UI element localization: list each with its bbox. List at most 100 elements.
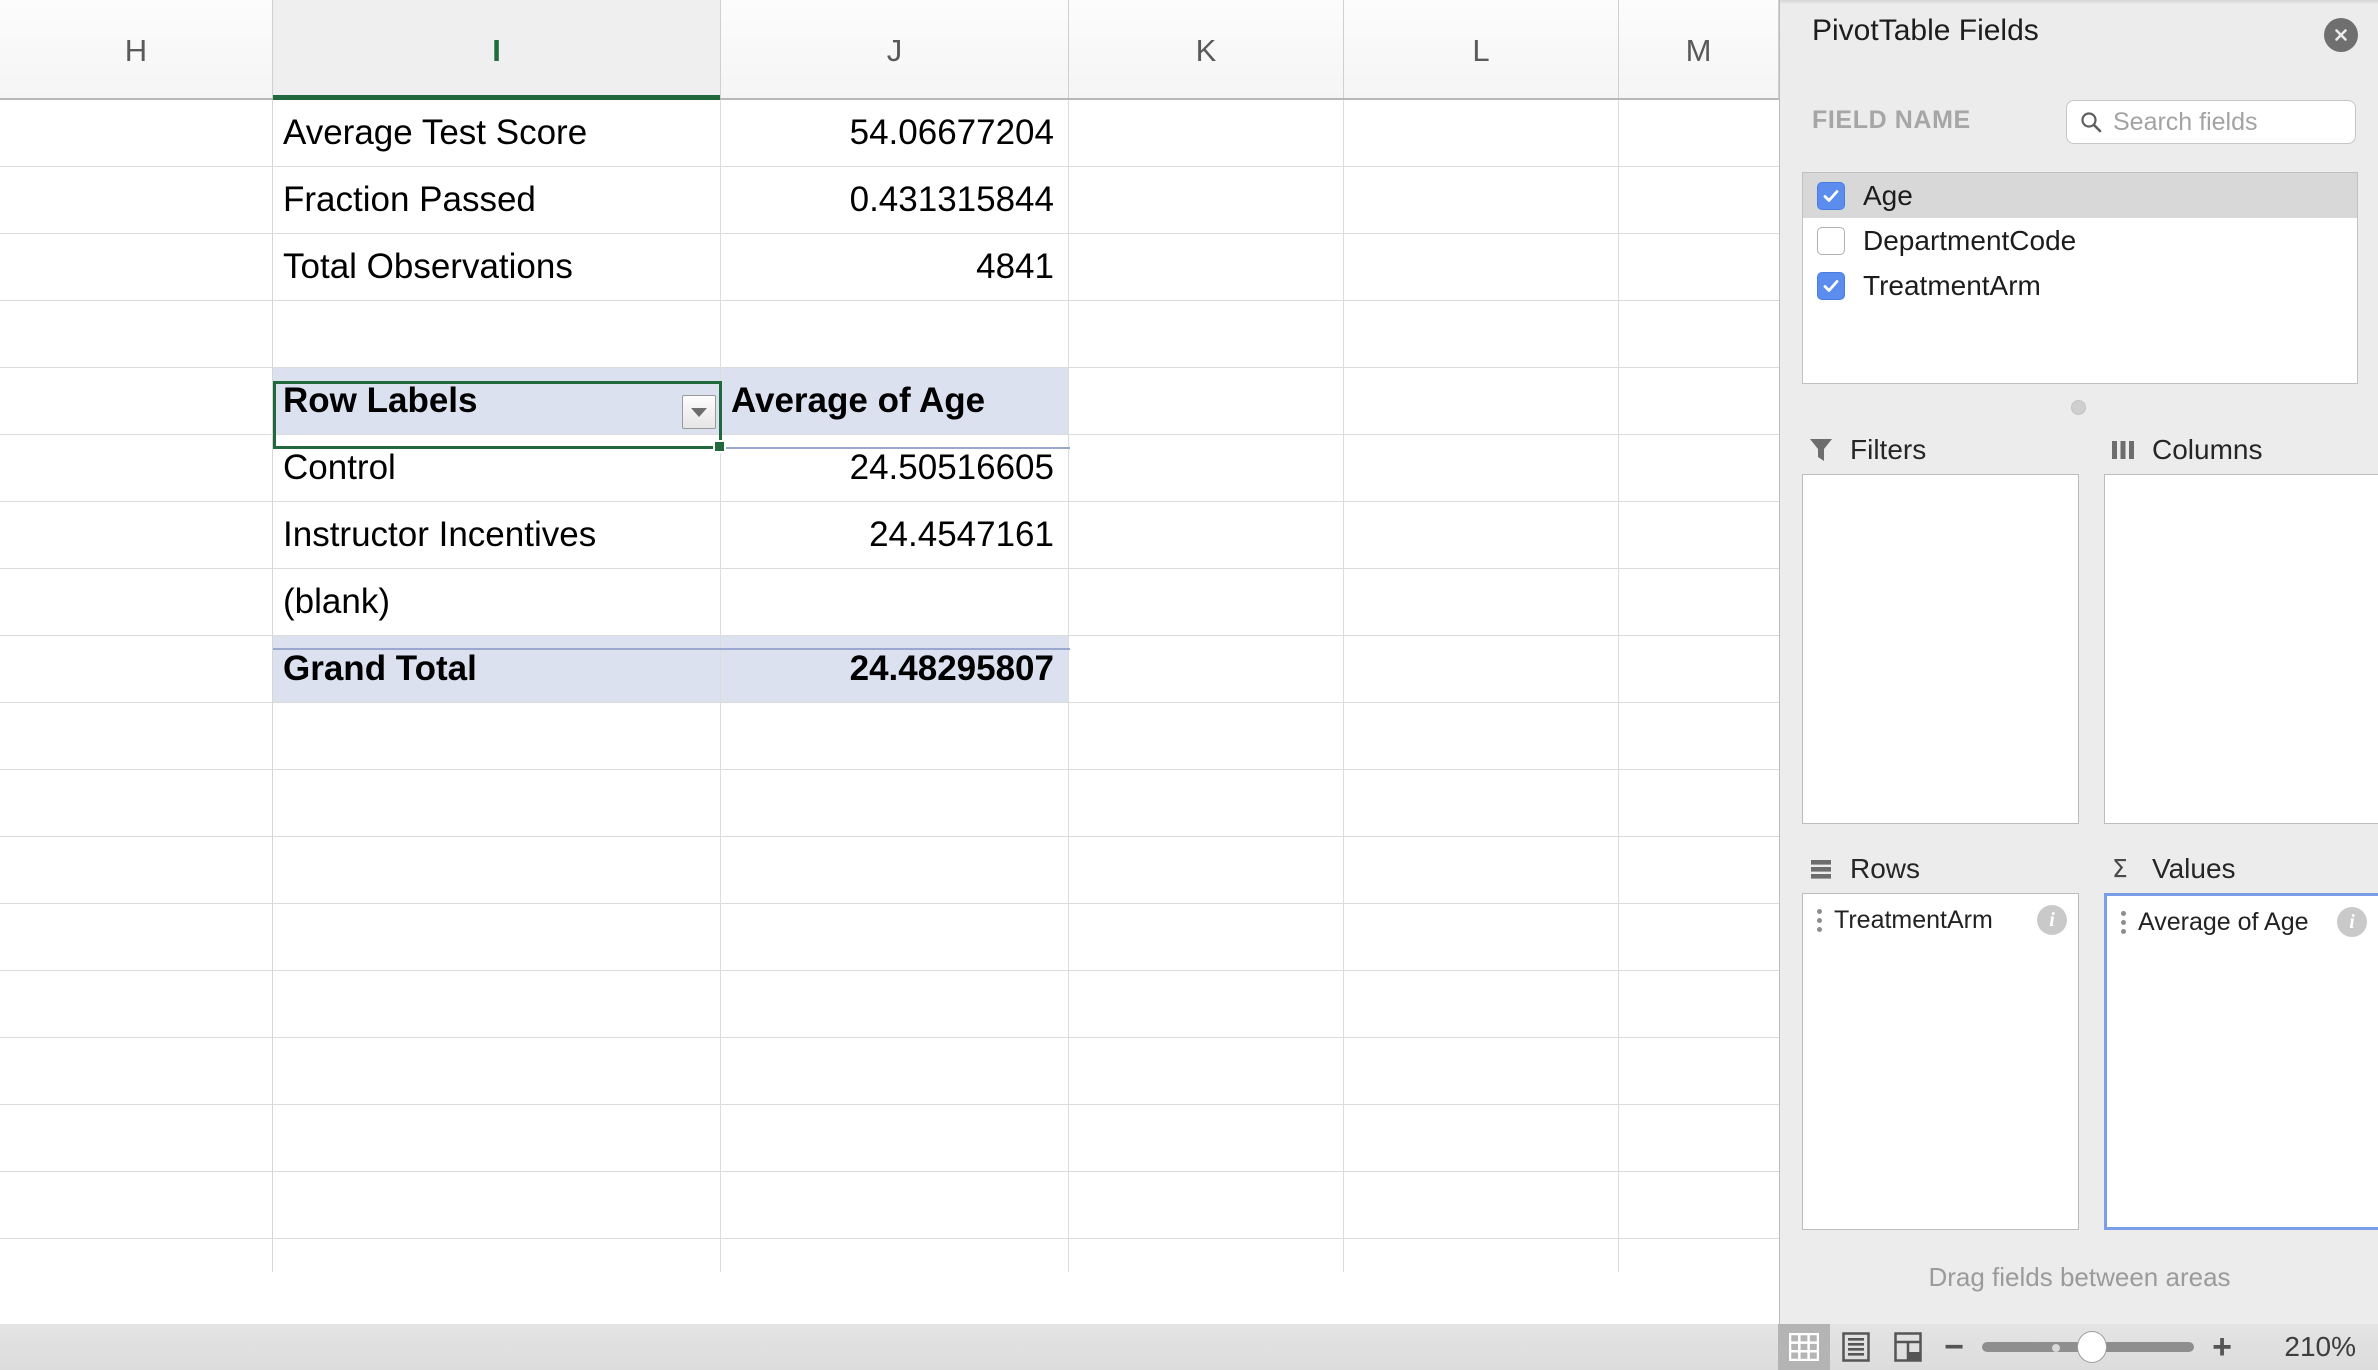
cell-l16[interactable] [1344,1105,1619,1172]
page-layout-view-button[interactable] [1830,1324,1882,1370]
cell-i14[interactable] [273,971,721,1038]
cell-k13[interactable] [1069,904,1344,971]
cell-j14[interactable] [721,971,1069,1038]
search-input[interactable] [2113,107,2333,137]
cell-i2[interactable]: Fraction Passed [273,167,721,234]
cell-k1[interactable] [1069,100,1344,167]
normal-view-button[interactable] [1778,1324,1830,1370]
cell-i11[interactable] [273,770,721,837]
cell-h6[interactable] [0,435,273,502]
cell-k5[interactable] [1069,368,1344,435]
cell-h15[interactable] [0,1038,273,1105]
cell-j16[interactable] [721,1105,1069,1172]
pivot-row-label-1[interactable]: Instructor Incentives [273,502,721,569]
cell-l14[interactable] [1344,971,1619,1038]
cell-h8[interactable] [0,569,273,636]
cell-l7[interactable] [1344,502,1619,569]
cell-h7[interactable] [0,502,273,569]
rows-drop-area[interactable]: TreatmentArm i [1802,893,2079,1230]
pivot-row-label-2[interactable]: (blank) [273,569,721,636]
cell-j18[interactable] [721,1239,1069,1272]
cell-l4[interactable] [1344,301,1619,368]
cell-k18[interactable] [1069,1239,1344,1272]
cell-h10[interactable] [0,703,273,770]
cell-k6[interactable] [1069,435,1344,502]
cell-m11[interactable] [1619,770,1779,837]
cell-i16[interactable] [273,1105,721,1172]
cell-l9[interactable] [1344,636,1619,703]
cell-j1[interactable]: 54.06677204 [721,100,1069,167]
cell-k16[interactable] [1069,1105,1344,1172]
cell-k8[interactable] [1069,569,1344,636]
close-panel-button[interactable] [2324,18,2358,52]
checkbox-treatmentarm[interactable] [1817,271,1845,300]
cell-h17[interactable] [0,1172,273,1239]
cell-l1[interactable] [1344,100,1619,167]
drag-handle-icon[interactable] [2116,910,2130,934]
cell-i18[interactable] [273,1239,721,1272]
panel-resize-handle[interactable] [2071,400,2086,415]
cell-m17[interactable] [1619,1172,1779,1239]
cell-m7[interactable] [1619,502,1779,569]
zoom-slider[interactable] [1982,1324,2194,1370]
cell-k4[interactable] [1069,301,1344,368]
field-item-treatmentarm[interactable]: TreatmentArm [1803,263,2357,308]
cell-k17[interactable] [1069,1172,1344,1239]
cell-h4[interactable] [0,301,273,368]
cell-h3[interactable] [0,234,273,301]
cell-l10[interactable] [1344,703,1619,770]
cell-i1[interactable]: Average Test Score [273,100,721,167]
cell-j13[interactable] [721,904,1069,971]
cell-j11[interactable] [721,770,1069,837]
cell-m2[interactable] [1619,167,1779,234]
cell-j17[interactable] [721,1172,1069,1239]
cell-l8[interactable] [1344,569,1619,636]
cell-i13[interactable] [273,904,721,971]
cell-i15[interactable] [273,1038,721,1105]
field-item-departmentcode[interactable]: DepartmentCode [1803,218,2357,263]
cell-l12[interactable] [1344,837,1619,904]
cell-m14[interactable] [1619,971,1779,1038]
cell-i3[interactable]: Total Observations [273,234,721,301]
cell-h16[interactable] [0,1105,273,1172]
zoom-level-label[interactable]: 210% [2260,1331,2356,1363]
cell-l2[interactable] [1344,167,1619,234]
cell-h12[interactable] [0,837,273,904]
zoom-out-button[interactable]: − [1934,1330,1974,1364]
pivot-row-label-0[interactable]: Control [273,435,721,502]
cell-k9[interactable] [1069,636,1344,703]
info-icon[interactable]: i [2037,905,2067,935]
checkbox-age[interactable] [1817,181,1845,210]
cell-h14[interactable] [0,971,273,1038]
pivot-value-header[interactable]: Average of Age [721,368,1069,435]
cell-m5[interactable] [1619,368,1779,435]
cell-m15[interactable] [1619,1038,1779,1105]
cell-m1[interactable] [1619,100,1779,167]
cell-m12[interactable] [1619,837,1779,904]
cell-k7[interactable] [1069,502,1344,569]
cell-k2[interactable] [1069,167,1344,234]
column-header-j[interactable]: J [721,0,1069,98]
cell-m16[interactable] [1619,1105,1779,1172]
checkbox-departmentcode[interactable] [1817,226,1845,255]
cell-m10[interactable] [1619,703,1779,770]
values-field-pill[interactable]: Average of Age i [2110,899,2375,945]
cell-i4[interactable] [273,301,721,368]
column-header-k[interactable]: K [1069,0,1344,98]
cell-h11[interactable] [0,770,273,837]
cell-h9[interactable] [0,636,273,703]
pivot-row-value-0[interactable]: 24.50516605 [721,435,1069,502]
row-labels-filter-button[interactable] [682,395,716,429]
cell-l6[interactable] [1344,435,1619,502]
filters-drop-area[interactable] [1802,474,2079,824]
cell-i12[interactable] [273,837,721,904]
cell-k15[interactable] [1069,1038,1344,1105]
cell-k10[interactable] [1069,703,1344,770]
cell-l13[interactable] [1344,904,1619,971]
search-fields-box[interactable] [2066,100,2356,144]
pivot-grand-total-label[interactable]: Grand Total [273,636,721,703]
pivot-row-labels-header[interactable]: Row Labels [273,368,721,435]
pivot-grand-total-value[interactable]: 24.48295807 [721,636,1069,703]
cell-m6[interactable] [1619,435,1779,502]
rows-field-pill[interactable]: TreatmentArm i [1806,897,2075,943]
